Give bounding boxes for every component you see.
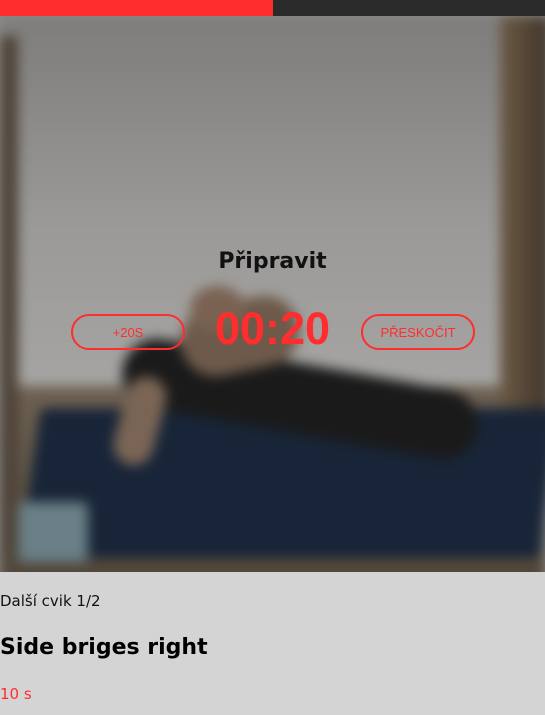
get-ready-title: Připravit <box>218 249 327 274</box>
next-exercise-duration: 10 s <box>0 685 32 703</box>
next-exercise-label: Další cvik 1/2 <box>0 592 101 610</box>
exercise-video-preview <box>0 16 545 572</box>
countdown-timer: 00:20 <box>214 303 331 354</box>
add-20-seconds-button[interactable]: +20S <box>71 314 185 350</box>
next-exercise-name: Side briges right <box>0 635 208 660</box>
skip-button[interactable]: PŘESKOČIT <box>361 314 475 350</box>
workout-progress-fill <box>0 0 273 16</box>
workout-progress-bar <box>0 0 545 16</box>
blurred-exercise-image <box>0 16 545 572</box>
